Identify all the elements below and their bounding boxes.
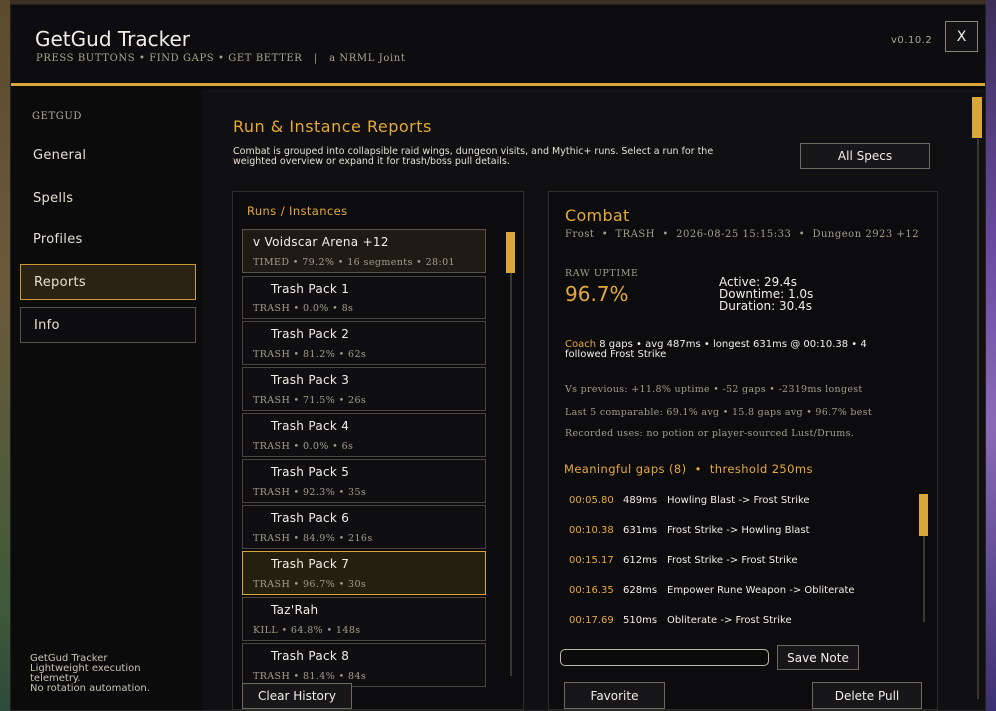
- gap-time: 00:05.80: [569, 495, 614, 506]
- gaps-title: Meaningful gaps (8) • threshold 250ms: [564, 462, 813, 476]
- last-five-comparable: Last 5 comparable: 69.1% avg • 15.8 gaps…: [565, 407, 873, 418]
- run-meta: TRASH • 0.0% • 6s: [253, 441, 354, 452]
- sidebar-item-reports[interactable]: Reports: [20, 264, 196, 300]
- main-content: Run & Instance Reports Combat is grouped…: [202, 89, 985, 710]
- run-meta: TRASH • 81.4% • 84s: [253, 671, 367, 682]
- main-scrollbar-thumb[interactable]: [972, 97, 982, 138]
- raw-uptime-label: RAW UPTIME: [565, 268, 639, 279]
- run-row[interactable]: Trash Pack 6 TRASH • 84.9% • 216s: [242, 505, 486, 549]
- run-meta: TRASH • 96.7% • 30s: [253, 579, 367, 590]
- app-subtitle: PRESS BUTTONS • FIND GAPS • GET BETTER |…: [36, 53, 406, 64]
- delete-pull-button[interactable]: Delete Pull: [812, 682, 922, 709]
- close-button[interactable]: X: [945, 21, 978, 52]
- run-meta: TIMED • 79.2% • 16 segments • 28:01: [253, 257, 455, 268]
- clear-history-button[interactable]: Clear History: [242, 683, 352, 709]
- runs-title: Runs / Instances: [247, 204, 348, 218]
- gap-time: 00:15.17: [569, 555, 614, 566]
- tracker-window: GetGud Tracker PRESS BUTTONS • FIND GAPS…: [10, 4, 986, 711]
- save-note-button[interactable]: Save Note: [777, 645, 859, 670]
- gap-ms: 489ms: [623, 495, 658, 506]
- app-title: GetGud Tracker: [35, 27, 191, 51]
- vs-previous: Vs previous: +11.8% uptime • -52 gaps • …: [565, 384, 863, 395]
- coach-text: 8 gaps • avg 487ms • longest 631ms @ 00:…: [565, 339, 867, 360]
- sidebar-item-general[interactable]: General: [20, 137, 196, 173]
- sidebar-item-info[interactable]: Info: [20, 307, 196, 343]
- detail-panel: Combat Frost • TRASH • 2026-08-25 15:15:…: [548, 191, 938, 710]
- gap-row[interactable]: 00:15.17 612ms Frost Strike -> Frost Strik…: [569, 555, 798, 566]
- gap-row[interactable]: 00:17.69 510ms Obliterate -> Frost Strike: [569, 615, 792, 626]
- run-name: Trash Pack 1: [271, 282, 350, 296]
- section-title: Run & Instance Reports: [233, 117, 432, 136]
- sidebar-footer: GetGud Tracker Lightweight execution tel…: [30, 654, 180, 694]
- sidebar-item-spells[interactable]: Spells: [20, 180, 196, 216]
- run-name: Trash Pack 8: [271, 649, 350, 663]
- run-row[interactable]: Trash Pack 3 TRASH • 71.5% • 26s: [242, 367, 486, 411]
- run-meta: TRASH • 81.2% • 62s: [253, 349, 367, 360]
- all-specs-button[interactable]: All Specs: [800, 143, 930, 169]
- gap-desc: Howling Blast -> Frost Strike: [667, 495, 810, 506]
- run-row[interactable]: Trash Pack 1 TRASH • 0.0% • 8s: [242, 276, 486, 319]
- footer-line: No rotation automation.: [30, 683, 150, 694]
- run-row-selected[interactable]: Trash Pack 7 TRASH • 96.7% • 30s: [242, 551, 486, 595]
- run-row[interactable]: Trash Pack 5 TRASH • 92.3% • 35s: [242, 459, 486, 503]
- run-meta: TRASH • 84.9% • 216s: [253, 533, 373, 544]
- sidebar-heading: GETGUD: [32, 111, 82, 122]
- section-description: Combat is grouped into collapsible raid …: [233, 146, 714, 167]
- version-label: v0.10.2: [891, 35, 933, 46]
- gap-ms: 612ms: [623, 555, 658, 566]
- run-meta: TRASH • 71.5% • 26s: [253, 395, 367, 406]
- run-group-row[interactable]: v Voidscar Arena +12 TIMED • 79.2% • 16 …: [242, 229, 486, 273]
- duration-stat: Duration: 30.4s: [719, 299, 812, 313]
- gap-desc: Frost Strike -> Howling Blast: [667, 525, 810, 536]
- run-row[interactable]: Taz'Rah KILL • 64.8% • 148s: [242, 597, 486, 641]
- run-row[interactable]: Trash Pack 2 TRASH • 81.2% • 62s: [242, 321, 486, 365]
- run-name: Trash Pack 4: [271, 419, 350, 433]
- sidebar-item-profiles[interactable]: Profiles: [20, 221, 196, 257]
- gap-time: 00:17.69: [569, 615, 614, 626]
- gap-desc: Obliterate -> Frost Strike: [667, 615, 792, 626]
- gap-ms: 510ms: [623, 615, 658, 626]
- gap-ms: 631ms: [623, 525, 658, 536]
- run-name: Trash Pack 2: [271, 327, 350, 341]
- favorite-button[interactable]: Favorite: [564, 682, 665, 709]
- runs-scrollbar-thumb[interactable]: [506, 232, 515, 273]
- detail-subtitle: Frost • TRASH • 2026-08-25 15:15:33 • Du…: [565, 229, 920, 240]
- run-meta: TRASH • 0.0% • 8s: [253, 303, 354, 314]
- run-name: v Voidscar Arena +12: [253, 235, 389, 249]
- gap-row[interactable]: 00:05.80 489ms Howling Blast -> Frost Stri…: [569, 495, 810, 506]
- header-divider: [11, 83, 985, 86]
- gap-desc: Frost Strike -> Frost Strike: [667, 555, 798, 566]
- run-meta: KILL • 64.8% • 148s: [253, 625, 361, 636]
- run-meta: TRASH • 92.3% • 35s: [253, 487, 367, 498]
- gap-ms: 628ms: [623, 585, 658, 596]
- window-header[interactable]: GetGud Tracker PRESS BUTTONS • FIND GAPS…: [11, 5, 985, 83]
- gap-desc: Empower Rune Weapon -> Obliterate: [667, 585, 855, 596]
- run-row[interactable]: Trash Pack 8 TRASH • 81.4% • 84s: [242, 643, 486, 687]
- run-name: Trash Pack 6: [271, 511, 350, 525]
- note-input[interactable]: [560, 649, 769, 666]
- coach-summary: Coach 8 gaps • avg 487ms • longest 631ms…: [565, 340, 905, 360]
- raw-uptime-value: 96.7%: [565, 282, 629, 306]
- runs-panel: Runs / Instances v Voidscar Arena +12 TI…: [232, 191, 524, 710]
- gap-time: 00:10.38: [569, 525, 614, 536]
- gap-row[interactable]: 00:10.38 631ms Frost Strike -> Howling Bla…: [569, 525, 810, 536]
- runs-scrollbar-track[interactable]: [510, 246, 512, 676]
- uptime-stats: Active: 29.4s Downtime: 1.0s Duration: 3…: [719, 276, 813, 312]
- gaps-scrollbar-thumb[interactable]: [919, 494, 928, 536]
- main-scrollbar-track[interactable]: [977, 139, 979, 699]
- gap-row[interactable]: 00:16.35 628ms Empower Rune Weapon -> Obli…: [569, 585, 855, 596]
- run-name: Trash Pack 5: [271, 465, 350, 479]
- recorded-uses: Recorded uses: no potion or player-sourc…: [565, 428, 855, 439]
- detail-title: Combat: [565, 206, 630, 225]
- background-right-edge: [986, 0, 996, 711]
- background-left-edge: [0, 0, 10, 711]
- run-name: Taz'Rah: [271, 603, 319, 617]
- run-row[interactable]: Trash Pack 4 TRASH • 0.0% • 6s: [242, 413, 486, 457]
- run-name: Trash Pack 3: [271, 373, 350, 387]
- gap-time: 00:16.35: [569, 585, 614, 596]
- run-name: Trash Pack 7: [271, 557, 350, 571]
- sidebar: GETGUD General Spells Profiles Reports I…: [11, 89, 202, 710]
